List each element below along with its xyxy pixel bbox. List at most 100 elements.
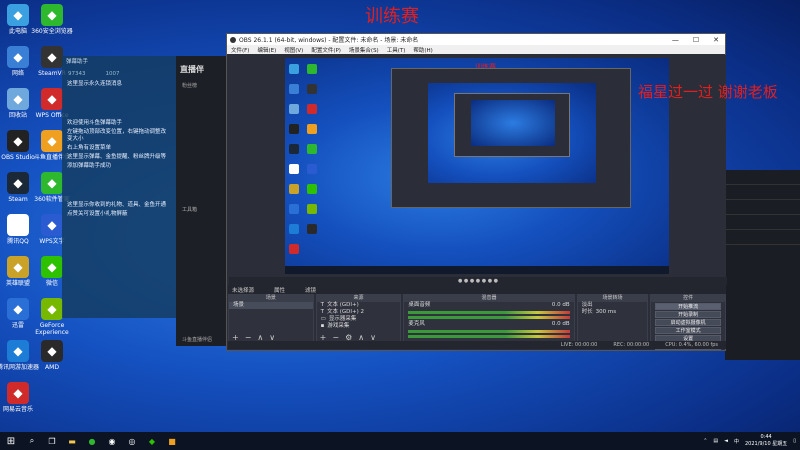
software-manager-icon: ◆ (41, 172, 63, 194)
start-recording-button[interactable]: 开始录制 (655, 311, 721, 318)
obs-statusbar: LIVE: 00:00:00 REC: 00:00:00 CPU: 0.4%, … (228, 341, 726, 349)
menu-tools[interactable]: 工具(T) (387, 46, 406, 54)
task-view-icon[interactable]: ❐ (45, 435, 59, 447)
qq-icon: ◆ (7, 214, 29, 236)
douyu-taskbar-icon[interactable]: ■ (165, 435, 179, 447)
obs-docks: 场景 场景 + − ∧ ∨ 来源 T 文本 (GDI+) T 文本 (GDI+) 2 ▭ 显… (228, 294, 726, 350)
background-window (725, 170, 800, 360)
chat-line: 点赞关可设置小礼物屏蔽 (67, 211, 128, 217)
overlay-title: 训练赛 (365, 6, 419, 27)
chat-line: 添加弹幕助手成功 (67, 163, 112, 169)
source-item[interactable]: ▭ 显示器采集 (317, 316, 401, 323)
thunder-icon: ◆ (7, 298, 29, 320)
controls-header: 控件 (651, 295, 725, 302)
duration-row[interactable]: 时长 300 ms (578, 309, 648, 316)
transition-select[interactable]: 淡出 (578, 302, 648, 309)
preview-desktop-capture: 训练赛 (285, 58, 669, 274)
properties-button[interactable]: 属性 (274, 286, 285, 294)
menu-help[interactable]: 帮助(H) (413, 46, 432, 54)
menu-scene-collection[interactable]: 场景集合(S) (349, 46, 379, 54)
volume-meter[interactable] (408, 311, 570, 314)
audio-mixer-dock: 混音器 桌面音频 0.0 dB 麦克风 0.0 dB (403, 294, 575, 344)
studio-mode-button[interactable]: 工作室模式 (655, 327, 721, 334)
menu-view[interactable]: 视图(V) (284, 46, 303, 54)
system-tray: ⌃ ▤ ◄ 中 0:44 2021/9/10 星期五 ▯ (703, 434, 800, 448)
taskbar: ⊞ ⌕ ❐ ▬ ● ◉ ◎ ◆ ■ ⌃ ▤ ◄ 中 0:44 2021/9/10… (0, 432, 800, 450)
obs-titlebar: OBS 26.1.1 (64-bit, windows) - 配置文件: 未命名… (227, 34, 725, 45)
volume-tray-icon[interactable]: ◄ (724, 438, 728, 444)
maximize-button[interactable]: ☐ (693, 36, 699, 44)
obs-taskbar-icon[interactable]: ◎ (125, 435, 139, 447)
accelerator-icon: ◆ (7, 340, 29, 362)
chat-header: 弹幕助手 (66, 59, 89, 65)
steam-taskbar-icon[interactable]: ◉ (105, 435, 119, 447)
chat-line: 这里显示你收到的礼物、道具、金鱼开通 (67, 202, 167, 208)
game-source-icon: ▪ (320, 323, 325, 329)
filters-button[interactable]: 滤镜 (305, 286, 316, 294)
lol-icon: ◆ (7, 256, 29, 278)
preview-indicator-icon: ● ● ● ● ● ● ● (457, 278, 499, 284)
windows-start-icon[interactable]: ⊞ (0, 436, 22, 447)
text-source-icon: T (320, 302, 325, 308)
preview-netease-music-icon (289, 244, 299, 254)
source-item[interactable]: T 文本 (GDI+) 2 (317, 309, 401, 316)
fans-rank-label[interactable]: 粉丝榜 (182, 82, 197, 89)
preview-qq-icon (289, 164, 299, 174)
source-item[interactable]: ▪ 游戏采集 (317, 323, 401, 330)
file-explorer-icon[interactable]: ▬ (65, 435, 79, 447)
tray-up-icon[interactable]: ⌃ (703, 438, 707, 444)
virtual-camera-button[interactable]: 启动虚拟摄像机 (655, 319, 721, 326)
preview-amd-icon (307, 224, 317, 234)
input-language[interactable]: 中 (734, 438, 739, 445)
close-button[interactable]: ✕ (713, 36, 719, 44)
preview-network-icon (289, 84, 299, 94)
chat-stat-viewers: 97343 (68, 71, 86, 77)
notification-icon[interactable]: ▯ (793, 438, 796, 444)
clock-date: 2021/9/10 星期五 (745, 441, 788, 447)
scene-item[interactable]: 场景 (229, 302, 313, 309)
network-tray-icon[interactable]: ▤ (713, 438, 718, 444)
desktop-icon[interactable]: ◆ 网易云音乐 (0, 382, 40, 413)
wechat-taskbar-icon[interactable]: ◆ (145, 435, 159, 447)
obs-icon: ◆ (7, 130, 29, 152)
source-toolbar: 未选择源 属性 滤镜 (228, 285, 726, 294)
clock[interactable]: 0:44 2021/9/10 星期五 (745, 434, 787, 448)
menu-edit[interactable]: 编辑(E) (257, 46, 276, 54)
chat-line: 右上角有设置菜单 (67, 145, 112, 151)
monitor-source-icon: ▭ (320, 316, 326, 322)
preview-recycle-bin-icon (289, 104, 299, 114)
volume-meter[interactable] (408, 330, 570, 333)
text-source-icon: T (320, 309, 325, 315)
toolbox-label[interactable]: 工具箱 (182, 206, 197, 213)
douyu-footer: 斗鱼直播伴侣 (182, 337, 213, 343)
preview-steamvr-icon (307, 84, 317, 94)
no-source-selected: 未选择源 (232, 287, 255, 294)
chat-line: 这里显示弹幕、金鱼提醒、粉丝牌升级等 (67, 154, 167, 160)
source-item[interactable]: T 文本 (GDI+) (317, 302, 401, 309)
start-streaming-button[interactable]: 开始推流 (655, 303, 721, 310)
minimize-button[interactable]: — (672, 36, 679, 44)
preview-geforce-icon (307, 204, 317, 214)
browser-360-taskbar-icon[interactable]: ● (85, 435, 99, 447)
danmu-chat-panel[interactable]: 弹幕助手 97343 1007 这里显示永久连锁消息 欢迎使用斗鱼弹幕助手 左键… (62, 56, 176, 318)
desktop-icon[interactable]: ◆ 360安全浏览器 (30, 4, 74, 35)
obs-window[interactable]: OBS 26.1.1 (64-bit, windows) - 配置文件: 未命名… (226, 33, 778, 351)
volume-meter[interactable] (408, 316, 570, 319)
volume-meter[interactable] (408, 335, 570, 338)
nested-preview (391, 68, 631, 208)
desktop-icon-label: 网易云音乐 (2, 406, 33, 413)
obs-menubar: 文件(F) 编辑(E) 视图(V) 配置文件(P) 场景集合(S) 工具(T) … (227, 45, 725, 54)
network-icon: ◆ (7, 46, 29, 68)
obs-title: OBS 26.1.1 (64-bit, windows) - 配置文件: 未命名… (239, 37, 419, 44)
obs-preview[interactable]: 训练赛 福星过一过 谢谢老板 ● ● ● ● ● ● ● (228, 55, 778, 285)
preview-software-manager-icon (307, 144, 317, 154)
preview-thunder-icon (289, 204, 299, 214)
desktop-icon[interactable]: ◆ AMD (30, 340, 74, 371)
preview-douyu-icon (307, 124, 317, 134)
menu-profile[interactable]: 配置文件(P) (311, 46, 341, 54)
search-icon[interactable]: ⌕ (25, 435, 39, 447)
wechat-icon: ◆ (41, 256, 63, 278)
computer-icon: ◆ (7, 4, 29, 26)
douyu-icon: ◆ (41, 130, 63, 152)
menu-file[interactable]: 文件(F) (231, 46, 249, 54)
